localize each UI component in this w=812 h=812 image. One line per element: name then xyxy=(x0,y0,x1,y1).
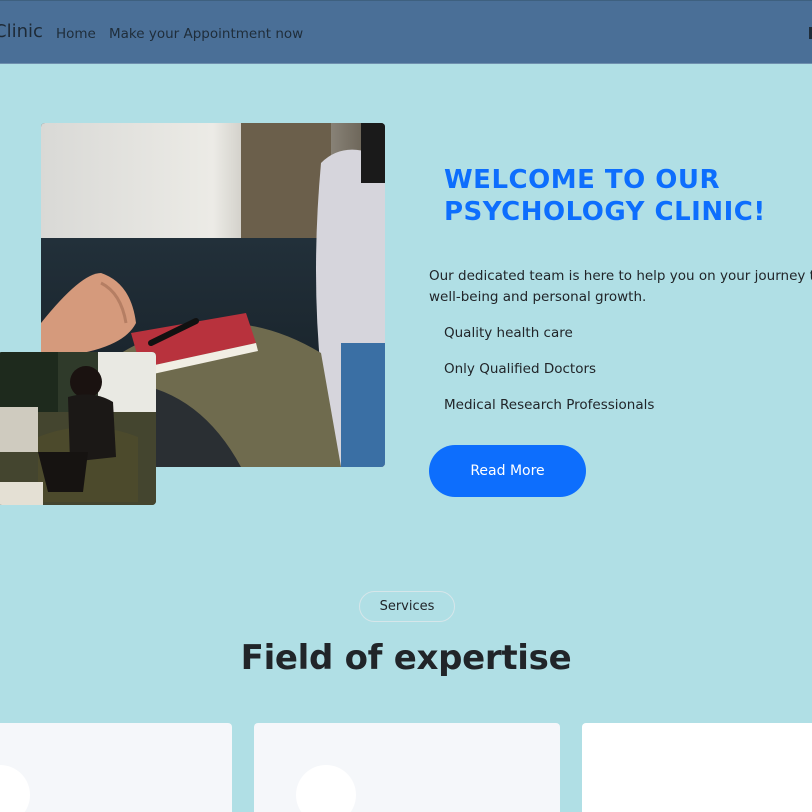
service-card[interactable] xyxy=(0,723,232,812)
feature-item: Only Qualified Doctors xyxy=(444,361,597,377)
services-pill: Services xyxy=(359,591,455,622)
hero-description-line1: Our dedicated team is here to help you o… xyxy=(429,268,812,284)
service-card[interactable] xyxy=(582,723,812,812)
nav-link-home[interactable]: Home xyxy=(56,26,96,42)
hero-title-line2: PSYCHOLOGY CLINIC! xyxy=(444,197,766,227)
hero-description-line2: well-being and personal growth. xyxy=(429,289,647,305)
read-more-button[interactable]: Read More xyxy=(429,445,586,497)
hero-description: Our dedicated team is here to help you o… xyxy=(429,266,812,308)
feature-item: Medical Research Professionals xyxy=(444,397,655,413)
brand-logo[interactable]: Clinic xyxy=(0,21,43,42)
service-icon xyxy=(296,765,356,812)
hero-secondary-image xyxy=(0,352,156,505)
service-icon xyxy=(0,765,30,812)
hero-title-line1: WELCOME TO OUR xyxy=(444,165,721,195)
navbar: Clinic Home Make your Appointment now xyxy=(0,0,812,64)
hero-title: WELCOME TO OUR PSYCHOLOGY CLINIC! xyxy=(444,164,812,228)
service-card[interactable] xyxy=(254,723,560,812)
section-title: Field of expertise xyxy=(240,638,572,678)
nav-link-appointment[interactable]: Make your Appointment now xyxy=(109,26,303,42)
feature-item: Quality health care xyxy=(444,325,573,341)
